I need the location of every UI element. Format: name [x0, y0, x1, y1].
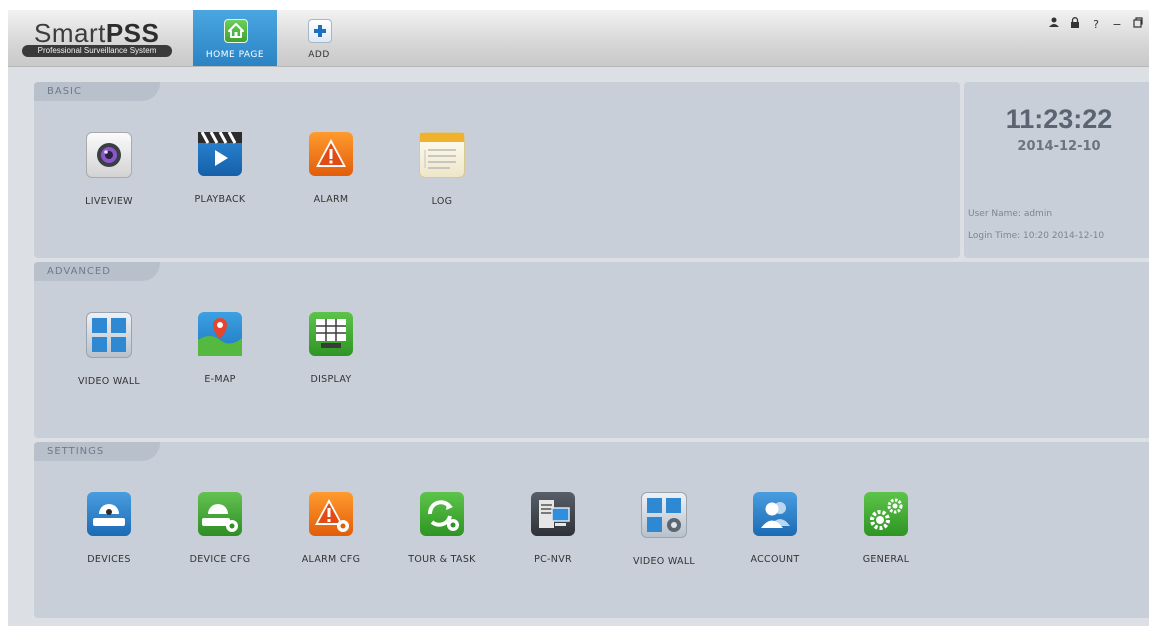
account-label: ACCOUNT — [750, 554, 800, 565]
device-cfg-button[interactable]: DEVICE CFG — [170, 492, 270, 565]
user-icon[interactable] — [1049, 17, 1059, 31]
tour-task-button[interactable]: TOUR & TASK — [392, 492, 492, 565]
e-map-label: E-MAP — [204, 374, 236, 385]
video-wall-gear-icon — [641, 492, 687, 538]
basic-panel-title: BASIC — [34, 82, 160, 101]
brand-logo: SmartPSS Professional Surveillance Syste… — [22, 16, 172, 58]
user-name-text: User Name: admin — [968, 209, 1053, 219]
display-grid-icon — [309, 312, 353, 356]
clock-display: 11:23:22 — [1005, 104, 1113, 134]
dome-camera-gear-icon — [198, 492, 242, 536]
brand-subtitle: Professional Surveillance System — [22, 45, 172, 57]
alarm-cfg-label: ALARM CFG — [301, 554, 361, 565]
playback-button[interactable]: PLAYBACK — [170, 131, 270, 205]
cycle-gear-icon — [420, 492, 464, 536]
warning-icon — [309, 132, 353, 176]
device-cfg-label: DEVICE CFG — [189, 554, 251, 565]
top-bar: SmartPSS Professional Surveillance Syste… — [8, 10, 1149, 67]
video-wall-settings-button[interactable]: VIDEO WALL — [614, 492, 714, 567]
log-label: LOG — [431, 196, 453, 207]
alarm-button[interactable]: ALARM — [281, 132, 381, 205]
advanced-panel-title: ADVANCED — [34, 262, 160, 281]
pc-nvr-icon — [531, 492, 575, 536]
display-label: DISPLAY — [310, 374, 352, 385]
pc-nvr-button[interactable]: PC-NVR — [503, 492, 603, 565]
liveview-label: LIVEVIEW — [85, 196, 133, 207]
lock-icon[interactable] — [1070, 17, 1080, 31]
app-window: SmartPSS Professional Surveillance Syste… — [8, 10, 1149, 626]
login-time-text: Login Time: 10:20 2014-12-10 — [968, 231, 1105, 241]
video-wall-settings-label: VIDEO WALL — [632, 556, 696, 567]
gears-icon — [864, 492, 908, 536]
warning-gear-icon — [309, 492, 353, 536]
window-controls: ? − — [1049, 16, 1143, 32]
home-icon — [224, 19, 248, 43]
devices-label: DEVICES — [87, 554, 131, 565]
account-button[interactable]: ACCOUNT — [725, 492, 825, 565]
session-info-panel: 11:23:22 2014-12-10 User Name: admin Log… — [964, 82, 1149, 258]
video-wall-label: VIDEO WALL — [77, 376, 141, 387]
advanced-panel: ADVANCED VIDEO WALL E-MAP DISPLAY — [34, 262, 1149, 438]
tab-add-label: ADD — [308, 50, 330, 60]
basic-panel: BASIC LIVEVIEW PLAYBACK ALARM LOG — [34, 82, 960, 258]
playback-label: PLAYBACK — [194, 194, 246, 205]
settings-panel-title: SETTINGS — [34, 442, 160, 461]
users-icon — [753, 492, 797, 536]
tab-home-page[interactable]: HOME PAGE — [193, 10, 277, 66]
pc-nvr-label: PC-NVR — [534, 554, 572, 565]
dome-camera-icon — [87, 492, 131, 536]
alarm-cfg-button[interactable]: ALARM CFG — [281, 492, 381, 565]
date-display: 2014-12-10 — [1017, 139, 1101, 154]
help-icon[interactable]: ? — [1091, 18, 1101, 31]
tab-add[interactable]: ADD — [293, 10, 345, 66]
video-wall-icon — [86, 312, 132, 358]
general-button[interactable]: GENERAL — [836, 492, 936, 565]
map-pin-icon — [198, 312, 242, 356]
camera-lens-icon — [86, 132, 132, 178]
plus-icon — [308, 19, 332, 43]
alarm-label: ALARM — [313, 194, 349, 205]
e-map-button[interactable]: E-MAP — [170, 312, 270, 385]
clapper-play-icon — [198, 131, 242, 176]
settings-panel: SETTINGS DEVICES DEVICE CFG ALARM CFG TO… — [34, 442, 1149, 618]
liveview-button[interactable]: LIVEVIEW — [59, 132, 159, 207]
video-wall-button[interactable]: VIDEO WALL — [59, 312, 159, 387]
restore-icon[interactable] — [1133, 17, 1143, 31]
tour-task-label: TOUR & TASK — [408, 554, 476, 565]
log-button[interactable]: LOG — [392, 132, 492, 207]
devices-button[interactable]: DEVICES — [59, 492, 159, 565]
minimize-icon[interactable]: − — [1112, 18, 1122, 31]
display-button[interactable]: DISPLAY — [281, 312, 381, 385]
notepad-icon — [419, 132, 465, 178]
tab-home-label: HOME PAGE — [205, 50, 265, 60]
general-label: GENERAL — [862, 554, 910, 565]
